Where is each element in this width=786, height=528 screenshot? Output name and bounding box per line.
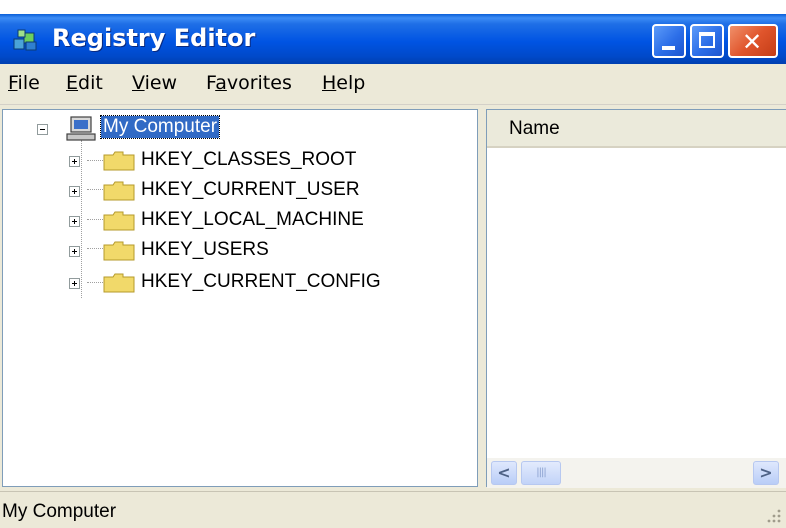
tree-label: HKEY_LOCAL_MACHINE — [141, 209, 364, 230]
chevron-left-icon: < — [497, 463, 511, 482]
expand-icon[interactable] — [69, 246, 80, 257]
menu-help[interactable]: Help — [322, 72, 365, 94]
column-header-name[interactable]: Name — [487, 110, 786, 148]
window-title: Registry Editor — [52, 24, 256, 52]
registry-editor-window: Registry Editor ✕ File Edit View Favorit… — [0, 14, 786, 528]
close-button[interactable]: ✕ — [728, 24, 778, 58]
minimize-icon — [662, 46, 675, 50]
close-icon: ✕ — [742, 28, 763, 56]
tree-label: HKEY_CLASSES_ROOT — [141, 149, 357, 170]
tree-node-hkey-users[interactable]: HKEY_USERS — [3, 238, 473, 266]
menu-file[interactable]: File — [8, 72, 40, 94]
folder-icon — [103, 181, 135, 201]
column-header-label: Name — [509, 118, 560, 139]
values-list-pane[interactable]: Name < |||| > — [486, 109, 786, 488]
collapse-icon[interactable] — [37, 124, 48, 135]
expand-icon[interactable] — [69, 186, 80, 197]
horizontal-scrollbar[interactable]: < |||| > — [487, 458, 786, 488]
resize-grip-icon[interactable] — [764, 506, 782, 524]
chevron-right-icon: > — [759, 463, 773, 482]
registry-editor-app-icon — [13, 29, 37, 51]
menu-bar: File Edit View Favorites Help — [0, 64, 786, 105]
folder-icon — [103, 273, 135, 293]
tree-node-my-computer[interactable]: My Computer — [3, 115, 473, 144]
folder-icon — [103, 151, 135, 171]
computer-icon — [66, 116, 96, 141]
menu-favorites[interactable]: Favorites — [206, 72, 292, 94]
tree-label: HKEY_USERS — [141, 239, 269, 260]
tree-label: HKEY_CURRENT_CONFIG — [141, 271, 381, 292]
scroll-left-button[interactable]: < — [491, 461, 517, 485]
title-bar[interactable]: Registry Editor ✕ — [0, 14, 786, 64]
key-tree-pane[interactable]: My Computer HKEY_CLASSES_ROOT HKEY_CURRE… — [2, 109, 478, 487]
maximize-icon — [699, 32, 715, 48]
scroll-thumb[interactable]: |||| — [521, 461, 561, 485]
expand-icon[interactable] — [69, 156, 80, 167]
tree-node-hkey-local-machine[interactable]: HKEY_LOCAL_MACHINE — [3, 208, 473, 236]
expand-icon[interactable] — [69, 278, 80, 289]
menu-edit[interactable]: Edit — [66, 72, 103, 94]
tree-label: HKEY_CURRENT_USER — [141, 179, 360, 200]
tree-node-hkey-current-user[interactable]: HKEY_CURRENT_USER — [3, 178, 473, 206]
maximize-button[interactable] — [690, 24, 724, 58]
top-edge-caption — [0, 0, 786, 14]
status-bar: My Computer — [0, 491, 786, 528]
tree-node-hkey-current-config[interactable]: HKEY_CURRENT_CONFIG — [3, 270, 473, 298]
status-text: My Computer — [2, 501, 117, 522]
expand-icon[interactable] — [69, 216, 80, 227]
folder-icon — [103, 211, 135, 231]
menu-view[interactable]: View — [132, 72, 177, 94]
tree-label-my-computer: My Computer — [99, 115, 221, 139]
grip-lines-icon: |||| — [536, 467, 547, 478]
scroll-right-button[interactable]: > — [753, 461, 779, 485]
tree-node-hkey-classes-root[interactable]: HKEY_CLASSES_ROOT — [3, 148, 473, 176]
folder-icon — [103, 241, 135, 261]
minimize-button[interactable] — [652, 24, 686, 58]
